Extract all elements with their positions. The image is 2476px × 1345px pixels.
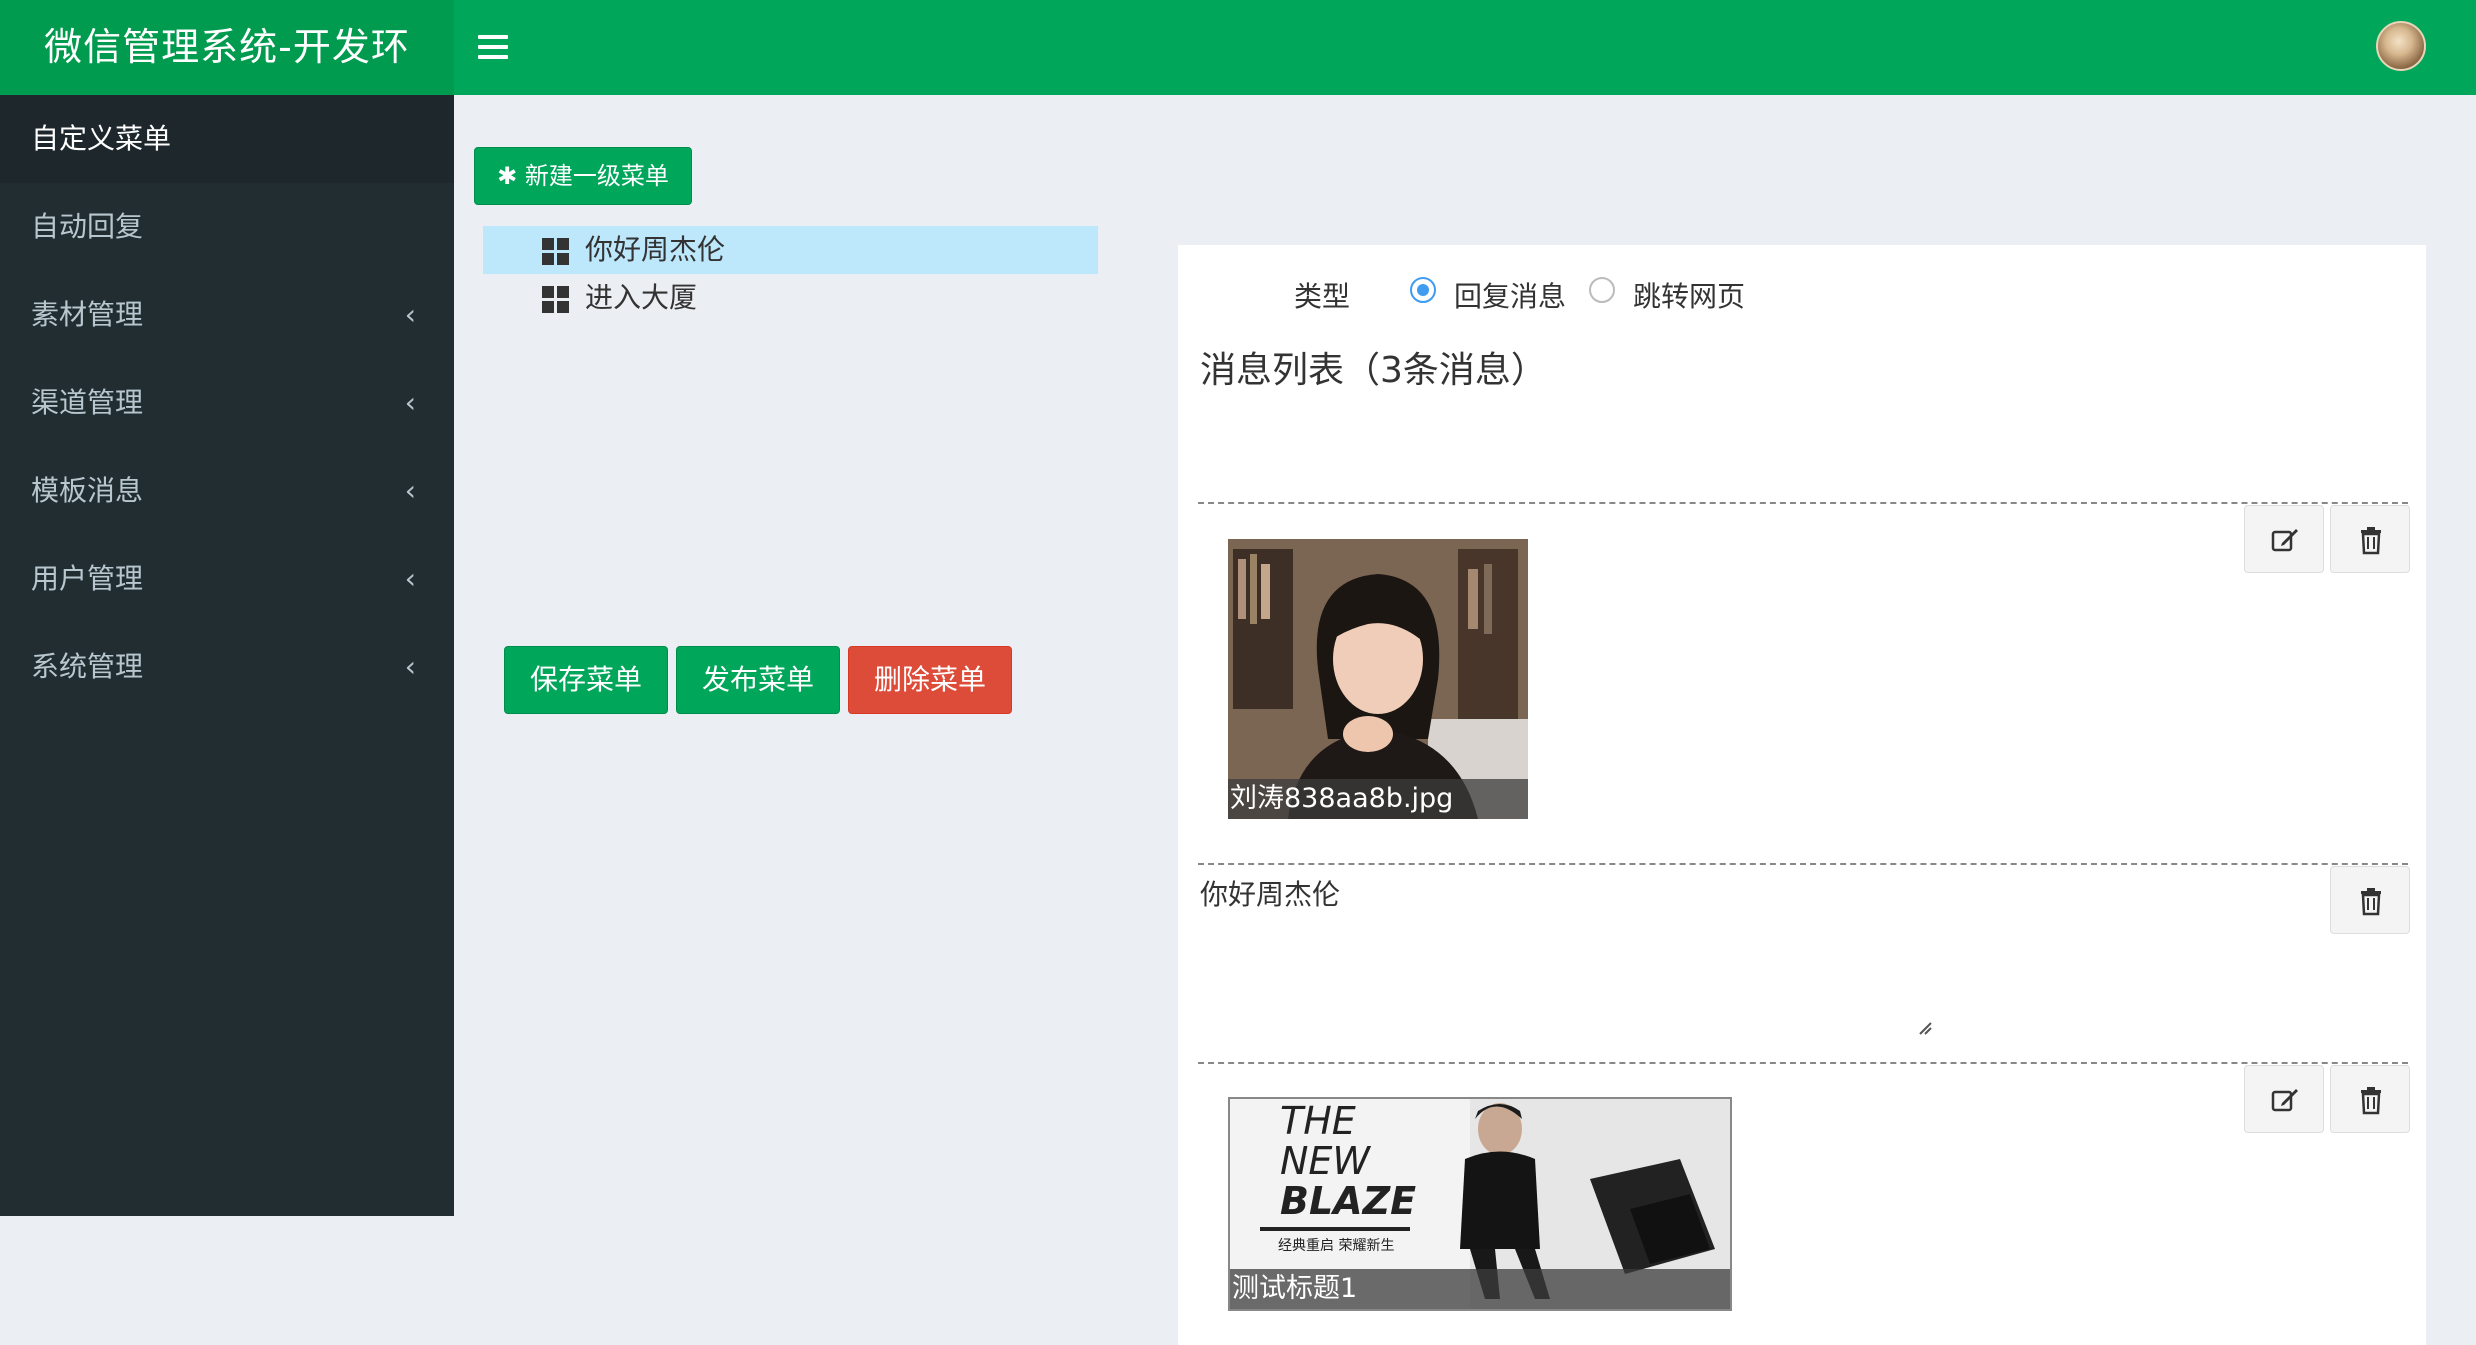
sidebar-item-label: 用户管理 — [31, 562, 144, 595]
main-content: ✱ 新建一级菜单 你好周杰伦 进入大厦 保存菜单 发布菜单 删除菜单 类型 回复… — [454, 95, 2476, 1345]
edit-button[interactable] — [2244, 505, 2324, 573]
grid-icon — [542, 238, 569, 265]
poster-line: THE — [1280, 1099, 1356, 1143]
news-caption: 测试标题1 — [1230, 1269, 1730, 1309]
sidebar-item-label: 渠道管理 — [31, 386, 144, 419]
top-navbar — [454, 0, 2476, 95]
menu-tree-item[interactable]: 你好周杰伦 — [483, 226, 1098, 274]
message-divider — [1198, 1062, 2408, 1064]
chevron-left-icon: ‹ — [404, 474, 416, 507]
new-top-menu-label: 新建一级菜单 — [524, 162, 669, 190]
chevron-left-icon: ‹ — [404, 298, 416, 331]
menu-tree-item-label: 进入大厦 — [585, 281, 698, 314]
trash-icon — [2361, 527, 2381, 555]
resize-handle-icon[interactable] — [1916, 1019, 1934, 1037]
sidebar-item-label: 系统管理 — [31, 650, 144, 683]
radio-jump-webpage[interactable] — [1589, 277, 1615, 303]
grid-icon — [542, 286, 569, 313]
sidebar-item-auto-reply[interactable]: 自动回复 — [0, 183, 454, 271]
edit-button[interactable] — [2244, 1065, 2324, 1133]
image-message-thumbnail[interactable]: 刘涛838aa8b.jpg — [1228, 539, 1528, 819]
sidebar-item-material[interactable]: 素材管理 ‹ — [0, 271, 454, 359]
sidebar-toggle-icon[interactable] — [478, 30, 508, 62]
poster-tagline: 经典重启 荣耀新生 — [1278, 1238, 1395, 1254]
menu-detail-panel: 类型 回复消息 跳转网页 消息列表（3条消息） 刘涛838aa8b.jpg 你好… — [1178, 245, 2426, 1345]
sidebar-item-label: 自定义菜单 — [31, 122, 172, 155]
image-caption: 刘涛838aa8b.jpg — [1228, 779, 1528, 819]
new-top-menu-button[interactable]: ✱ 新建一级菜单 — [474, 147, 692, 205]
type-label: 类型 — [1294, 280, 1351, 313]
news-message-cover[interactable]: THE NEW BLAZE 经典重启 荣耀新生 测试标题1 — [1228, 1097, 1732, 1311]
sidebar-item-channel[interactable]: 渠道管理 ‹ — [0, 359, 454, 447]
sidebar: 自定义菜单 自动回复 素材管理 ‹ 渠道管理 ‹ 模板消息 ‹ 用户管理 ‹ 系统管理 ‹ — [0, 95, 454, 1216]
app-title: 微信管理系统-开发环 — [0, 0, 454, 95]
menu-tree-item-label: 你好周杰伦 — [585, 233, 726, 266]
chevron-left-icon: ‹ — [404, 562, 416, 595]
user-avatar[interactable] — [2376, 21, 2426, 71]
sidebar-item-template-message[interactable]: 模板消息 ‹ — [0, 447, 454, 535]
delete-button[interactable] — [2330, 866, 2410, 934]
sidebar-item-label: 自动回复 — [31, 210, 144, 243]
sidebar-item-system[interactable]: 系统管理 ‹ — [0, 623, 454, 711]
sidebar-item-users[interactable]: 用户管理 ‹ — [0, 535, 454, 623]
message-list-title: 消息列表（3条消息） — [1200, 350, 1547, 391]
chevron-left-icon: ‹ — [404, 650, 416, 683]
message-divider — [1198, 502, 2408, 504]
poster-line: BLAZE — [1280, 1179, 1417, 1223]
edit-icon — [2271, 1089, 2298, 1112]
sidebar-item-label: 素材管理 — [31, 298, 144, 331]
delete-button[interactable] — [2330, 505, 2410, 573]
radio-reply-message-label[interactable]: 回复消息 — [1454, 275, 1566, 315]
asterisk-icon: ✱ — [497, 162, 518, 190]
radio-reply-message[interactable] — [1410, 277, 1436, 303]
trash-icon — [2361, 1087, 2381, 1115]
save-menu-button[interactable]: 保存菜单 — [504, 646, 668, 714]
edit-icon — [2271, 529, 2298, 552]
menu-tree: 你好周杰伦 进入大厦 — [483, 226, 1098, 322]
message-divider — [1198, 863, 2408, 865]
portrait-image — [1228, 539, 1528, 819]
text-message[interactable]: 你好周杰伦 — [1200, 873, 1340, 913]
delete-button[interactable] — [2330, 1065, 2410, 1133]
delete-menu-button[interactable]: 删除菜单 — [848, 646, 1012, 714]
menu-tree-item[interactable]: 进入大厦 — [483, 274, 1098, 322]
publish-menu-button[interactable]: 发布菜单 — [676, 646, 840, 714]
trash-icon — [2361, 888, 2381, 916]
sidebar-item-custom-menu[interactable]: 自定义菜单 — [0, 95, 454, 183]
radio-jump-webpage-label[interactable]: 跳转网页 — [1633, 275, 1745, 315]
sidebar-item-label: 模板消息 — [31, 474, 144, 507]
chevron-left-icon: ‹ — [404, 386, 416, 419]
poster-line: NEW — [1280, 1139, 1371, 1183]
